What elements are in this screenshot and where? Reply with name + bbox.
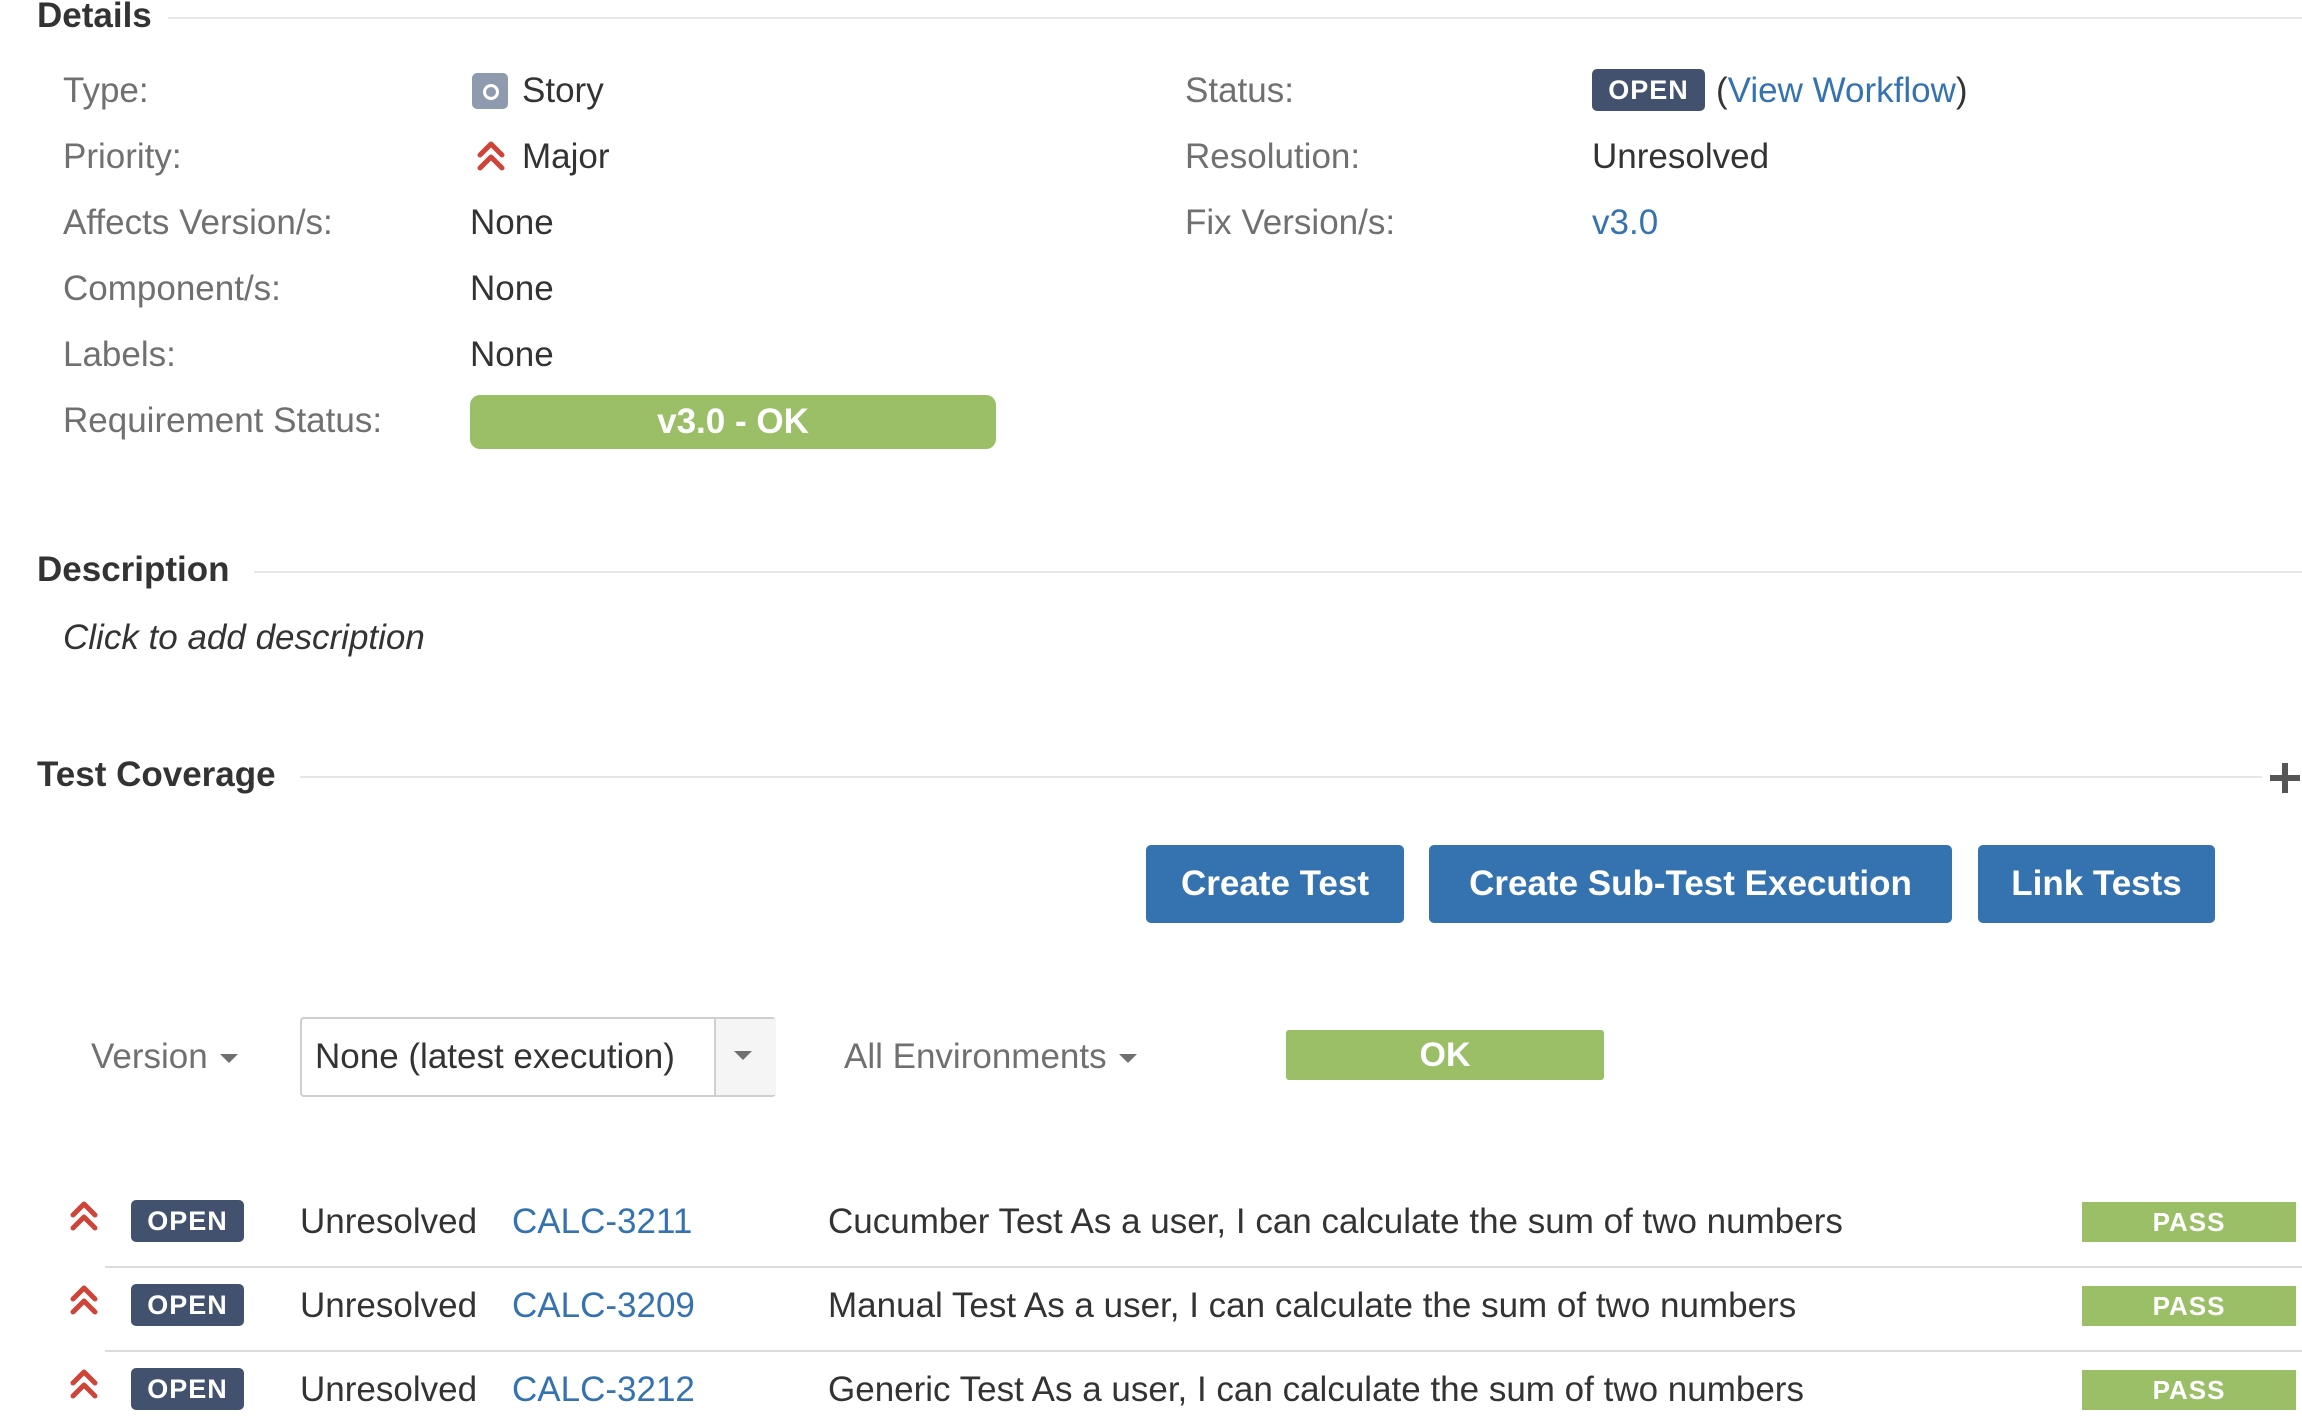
row-divider — [105, 1350, 2302, 1352]
test-result-badge: PASS — [2082, 1202, 2296, 1242]
environments-dropdown[interactable]: All Environments — [844, 1037, 1137, 1077]
chevron-down-icon — [219, 1054, 238, 1064]
link-tests-button[interactable]: Link Tests — [1978, 845, 2215, 923]
requirement-status-label: Requirement Status: — [63, 401, 383, 440]
type-label: Type: — [63, 71, 149, 110]
paren-close: ) — [1955, 71, 1968, 110]
create-sub-test-execution-button[interactable]: Create Sub-Test Execution — [1429, 845, 1952, 923]
details-rule — [160, 17, 2302, 19]
affects-versions-label: Affects Version/s: — [63, 203, 333, 242]
version-dropdown[interactable]: Version — [91, 1037, 238, 1077]
version-dropdown-label: Version — [91, 1037, 208, 1076]
plus-icon[interactable] — [2270, 763, 2300, 793]
version-select-toggle[interactable] — [714, 1019, 776, 1095]
overall-coverage-status: OK — [1286, 1030, 1604, 1080]
test-resolution: Unresolved — [300, 1202, 478, 1241]
test-summary[interactable]: Cucumber Test As a user, I can calculate… — [828, 1202, 1843, 1242]
version-select-value: None (latest execution) — [315, 1037, 675, 1076]
row-divider — [105, 1266, 2302, 1268]
priority-major-icon — [70, 1285, 98, 1315]
environments-dropdown-label: All Environments — [844, 1037, 1107, 1076]
affects-versions-value: None — [470, 203, 554, 242]
type-value: Story — [522, 71, 604, 110]
test-coverage-rule — [300, 776, 2262, 778]
paren-open: ( — [1716, 71, 1728, 110]
create-test-button[interactable]: Create Test — [1146, 845, 1404, 923]
test-resolution: Unresolved — [300, 1370, 478, 1409]
chevron-down-icon — [734, 1051, 752, 1060]
components-value: None — [470, 269, 554, 308]
resolution-value: Unresolved — [1592, 137, 1770, 176]
description-heading: Description — [37, 550, 246, 590]
priority-major-icon — [477, 141, 505, 171]
description-rule — [254, 571, 2302, 573]
priority-major-icon — [70, 1201, 98, 1231]
test-result-badge: PASS — [2082, 1370, 2296, 1410]
test-result-badge: PASS — [2082, 1286, 2296, 1326]
test-key-link[interactable]: CALC-3209 — [512, 1286, 695, 1326]
test-summary[interactable]: Manual Test As a user, I can calculate t… — [828, 1286, 1796, 1326]
priority-label: Priority: — [63, 137, 182, 176]
description-placeholder[interactable]: Click to add description — [63, 618, 425, 658]
components-label: Component/s: — [63, 269, 281, 308]
test-resolution: Unresolved — [300, 1286, 478, 1325]
resolution-label: Resolution: — [1185, 137, 1361, 176]
test-key-link[interactable]: CALC-3212 — [512, 1370, 695, 1410]
test-coverage-heading: Test Coverage — [37, 755, 292, 795]
status-lozenge: OPEN — [1592, 69, 1705, 111]
story-icon — [472, 73, 508, 109]
requirement-status-badge: v3.0 - OK — [470, 395, 996, 449]
view-workflow-wrapper: (View Workflow) — [1716, 71, 1968, 111]
test-key-link[interactable]: CALC-3211 — [512, 1202, 692, 1242]
priority-value: Major — [522, 137, 610, 176]
labels-label: Labels: — [63, 335, 176, 374]
test-status-lozenge: OPEN — [131, 1200, 244, 1242]
priority-major-icon — [70, 1369, 98, 1399]
chevron-down-icon — [1118, 1054, 1137, 1064]
version-select[interactable]: None (latest execution) — [300, 1017, 776, 1097]
status-label: Status: — [1185, 71, 1294, 110]
test-summary[interactable]: Generic Test As a user, I can calculate … — [828, 1370, 1804, 1410]
test-status-lozenge: OPEN — [131, 1368, 244, 1410]
test-status-lozenge: OPEN — [131, 1284, 244, 1326]
view-workflow-link[interactable]: View Workflow — [1728, 71, 1956, 110]
fix-version-link[interactable]: v3.0 — [1592, 203, 1658, 243]
details-heading: Details — [37, 0, 168, 36]
labels-value: None — [470, 335, 554, 374]
fix-versions-label: Fix Version/s: — [1185, 203, 1396, 242]
